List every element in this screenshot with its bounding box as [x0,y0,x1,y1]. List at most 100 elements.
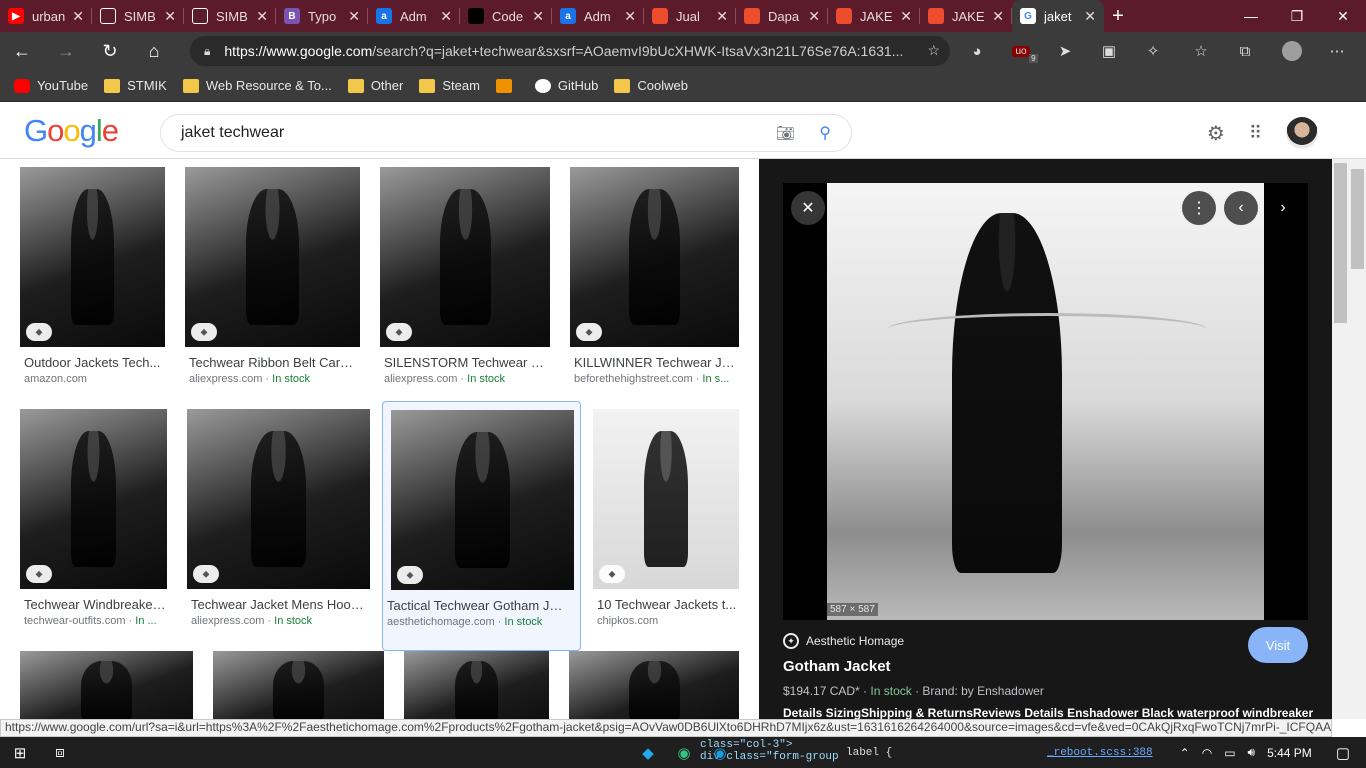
page-scrollbar[interactable] [1349,159,1366,719]
bookmark-7[interactable]: Coolweb [614,78,688,93]
tab-10[interactable]: JAKE ✕ [920,0,1012,32]
home-button[interactable]: ⌂ [132,32,176,70]
extension-color-icon[interactable]: ◕ [962,32,992,70]
result-title[interactable]: Techwear Windbreaker ... [24,597,167,612]
tab-3[interactable]: B Typo ✕ [276,0,368,32]
image-result-card[interactable]: ⬥ Outdoor Jackets Tech... amazon.com [20,167,165,407]
image-result-card[interactable]: ⬥ Techwear Jacket Mens Hoode... aliexpress… [187,409,370,649]
extensions-icon[interactable]: ✧ [1138,32,1168,70]
search-input[interactable]: jaket techwear [181,124,284,142]
new-tab-button[interactable]: + [1104,0,1132,32]
close-tab-icon[interactable]: ✕ [440,8,452,25]
tab-1[interactable]: SIMB ✕ [92,0,184,32]
battery-icon[interactable]: ▭ [1224,746,1235,760]
close-tab-icon[interactable]: ✕ [900,8,912,25]
tab-0[interactable]: ▶ urban ✕ [0,0,92,32]
close-tab-icon[interactable]: ✕ [72,8,84,25]
tab-6[interactable]: a Adm ✕ [552,0,644,32]
more-options-icon[interactable]: ⋮ [1182,191,1216,225]
edge-dev-taskbar-icon[interactable]: ◉ [700,737,740,768]
tab-11[interactable]: Gjaket ✕ [1012,0,1104,32]
vscode-taskbar-icon[interactable]: ◆ [628,737,668,768]
close-tab-icon[interactable]: ✕ [1084,8,1096,25]
bookmark-1[interactable]: STMIK [104,78,167,93]
add-favorite-icon[interactable]: ☆ [927,42,940,59]
result-title[interactable]: Techwear Ribbon Belt Cargo ... [189,355,360,370]
camera-search-icon[interactable]: 📷︎ [776,124,795,142]
result-thumbnail[interactable] [391,410,574,590]
collections-icon[interactable]: ⧉ [1230,32,1260,70]
bookmark-5[interactable] [495,78,519,93]
page-scroll-thumb[interactable] [1351,169,1364,269]
result-thumbnail[interactable] [593,409,739,589]
address-bar[interactable]: 🔒︎ https://www.google.com/search?q=jaket… [190,36,950,66]
result-title[interactable]: 10 Techwear Jackets t... [597,597,739,612]
result-thumbnail[interactable] [187,409,370,589]
result-thumbnail[interactable] [213,651,384,719]
more-menu-icon[interactable]: ⋯ [1322,32,1352,70]
bookmark-4[interactable]: Steam [419,78,480,93]
close-tab-icon[interactable]: ✕ [992,8,1004,25]
close-tab-icon[interactable]: ✕ [808,8,820,25]
panel-scroll-thumb[interactable] [1334,163,1347,323]
edge-taskbar-icon[interactable]: ◉ [664,737,704,768]
back-button[interactable]: ← [0,32,44,70]
tab-8[interactable]: Dapa ✕ [736,0,828,32]
result-thumbnail[interactable] [20,167,165,347]
close-tab-icon[interactable]: ✕ [256,8,268,25]
account-avatar[interactable] [1286,117,1318,149]
result-thumbnail[interactable] [185,167,360,347]
settings-gear-icon[interactable]: ⚙ [1207,121,1225,146]
result-thumbnail[interactable] [20,409,167,589]
tab-4[interactable]: a Adm ✕ [368,0,460,32]
google-logo[interactable]: Google [24,113,119,149]
image-result-card[interactable]: ⬥ KILLWINNER Techwear Jac... beforethehigh… [570,167,739,407]
close-tab-icon[interactable]: ✕ [348,8,360,25]
restore-button[interactable]: ❐ [1274,0,1320,32]
screenshot-extension-icon[interactable]: ▣ [1094,32,1124,70]
tray-chevron-icon[interactable]: ⌃ [1180,746,1190,760]
close-tab-icon[interactable]: ✕ [624,8,636,25]
previous-image-icon[interactable]: ‹ [1224,191,1258,225]
result-title[interactable]: SILENSTORM Techwear Me... [384,355,550,370]
ublock-icon[interactable]: uo 9 [1006,32,1038,70]
task-view-icon[interactable]: ⧈ [40,737,80,768]
close-window-button[interactable]: ✕ [1320,0,1366,32]
search-icon[interactable]: ⚲ [819,123,831,143]
bookmark-3[interactable]: Other [347,78,403,93]
image-result-card[interactable]: ⬥ 10 Techwear Jackets t... chipkos.com [593,409,739,649]
tab-2[interactable]: SIMB ✕ [184,0,276,32]
cursor-extension-icon[interactable]: ➤ [1050,32,1080,70]
bookmark-6[interactable]: GitHub [534,78,598,93]
close-tab-icon[interactable]: ✕ [532,8,544,25]
tab-9[interactable]: JAKE ✕ [828,0,920,32]
close-preview-icon[interactable]: ✕ [791,191,825,225]
image-result-card[interactable]: ⬥ Techwear Windbreaker ... techwear-outfit… [20,409,167,649]
panel-scrollbar[interactable] [1332,159,1349,719]
result-thumbnail[interactable] [569,651,739,719]
result-thumbnail[interactable] [20,651,193,719]
bookmark-2[interactable]: Web Resource & To... [182,78,332,93]
result-title[interactable]: Techwear Jacket Mens Hoode... [191,597,370,612]
result-thumbnail[interactable] [570,167,739,347]
bookmark-0[interactable]: YouTube [14,78,88,93]
minimize-button[interactable]: — [1228,0,1274,32]
result-title[interactable]: Outdoor Jackets Tech... [24,355,165,370]
reload-button[interactable]: ↻ [88,32,132,70]
result-title[interactable]: KILLWINNER Techwear Jac... [574,355,739,370]
notifications-icon[interactable]: ▢ [1336,744,1350,762]
result-thumbnail[interactable] [380,167,550,347]
close-tab-icon[interactable]: ✕ [716,8,728,25]
image-result-card[interactable]: ⬥ Techwear Ribbon Belt Cargo ... aliexpres… [185,167,360,407]
visit-button[interactable]: Visit [1248,627,1308,663]
tab-5[interactable]: Code ✕ [460,0,552,32]
preview-site[interactable]: ✦ Aesthetic Homage [783,633,1308,649]
preview-title[interactable]: Gotham Jacket [783,658,1308,675]
profile-icon[interactable] [1277,32,1307,70]
favorites-icon[interactable]: ☆ [1186,32,1216,70]
clock-time[interactable]: 5:44 PM [1267,746,1312,760]
search-box[interactable]: jaket techwear 📷︎ ⚲ [160,114,852,152]
result-title[interactable]: Tactical Techwear Gotham Ja... [387,598,566,613]
tab-7[interactable]: Jual ✕ [644,0,736,32]
windows-start-icon[interactable]: ⊞ [0,737,40,768]
